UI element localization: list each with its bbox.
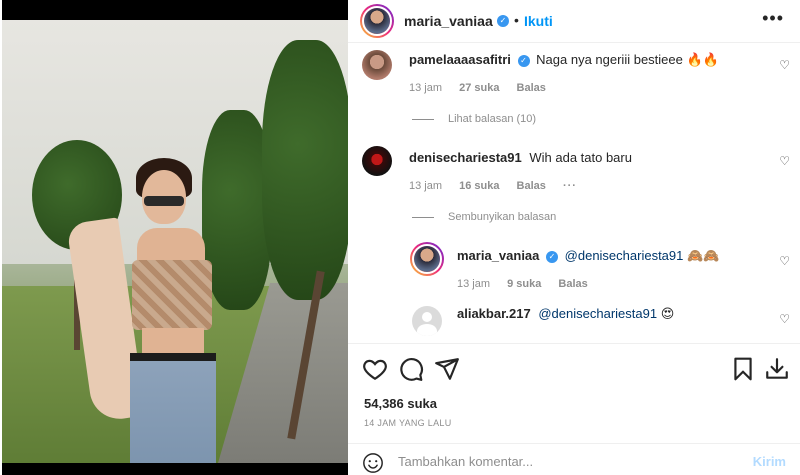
comment-text: Wih ada tato baru (529, 150, 632, 165)
post-actions: 54,386 suka 14 JAM YANG LALU Kirim (348, 343, 800, 475)
photo-belt (130, 353, 216, 361)
comments-list[interactable]: pamelaaaasafitri ✓ Naga nya ngeriii best… (348, 44, 800, 342)
photo-sunglasses (144, 196, 184, 206)
replies-line (412, 216, 434, 218)
likes-count[interactable]: 54,386 suka (364, 396, 437, 411)
commenter-avatar[interactable] (362, 50, 392, 80)
photo-jeans (130, 355, 216, 463)
hide-replies-label: Sembunyikan balasan (448, 211, 557, 223)
emoji-icon[interactable] (362, 452, 384, 474)
replier-username[interactable]: aliakbar.217 (457, 306, 531, 321)
reply-button[interactable]: Balas (517, 82, 546, 94)
share-send-icon[interactable] (434, 356, 460, 382)
photo-tree (262, 40, 348, 300)
view-replies-label: Lihat balasan (10) (448, 113, 537, 125)
replier-avatar-default[interactable] (412, 306, 442, 336)
like-reply-heart-icon[interactable]: ♡ (779, 254, 790, 268)
like-comment-heart-icon[interactable]: ♡ (779, 58, 790, 72)
verified-badge-icon: ✓ (546, 250, 559, 263)
comment-input[interactable] (398, 452, 718, 470)
photo-top (132, 260, 212, 330)
author-avatar[interactable] (360, 4, 394, 38)
post-photo[interactable] (2, 20, 348, 463)
verified-badge-icon: ✓ (517, 54, 530, 67)
replies-line (412, 118, 434, 120)
post-header: maria_vaniaa ✓ • Ikuti ••• (348, 0, 800, 43)
reply-button[interactable]: Balas (558, 278, 587, 290)
reply-button[interactable]: Balas (517, 180, 546, 192)
view-replies-button[interactable]: Lihat balasan (10) (412, 113, 536, 125)
hide-replies-button[interactable]: Sembunyikan balasan (412, 211, 556, 223)
commenter-avatar[interactable] (362, 146, 392, 176)
reply-mention[interactable]: @denisechariesta91 (565, 248, 684, 263)
comment-meta: 13 jam 16 suka Balas ··· (409, 180, 577, 192)
posted-time[interactable]: 14 JAM YANG LALU (364, 418, 452, 428)
comment-likes[interactable]: 27 suka (459, 82, 499, 94)
follow-button[interactable]: Ikuti (524, 13, 553, 29)
comment-options-icon[interactable]: ··· (563, 180, 577, 192)
reply-time: 13 jam (457, 278, 491, 290)
photo-person (66, 150, 232, 463)
verified-badge-icon: ✓ (497, 15, 509, 27)
like-comment-heart-icon[interactable]: ♡ (779, 154, 790, 168)
send-button[interactable]: Kirim (753, 454, 786, 469)
comment-meta: 13 jam 27 suka Balas (409, 82, 546, 94)
dot-separator: • (514, 12, 519, 28)
comment-bubble-icon[interactable] (398, 356, 424, 382)
reply-text: 😍 (657, 306, 675, 321)
reply-mention[interactable]: @denisechariesta91 (538, 306, 657, 321)
more-options-icon[interactable]: ••• (762, 8, 784, 29)
save-bookmark-icon[interactable] (730, 356, 756, 382)
like-reply-heart-icon[interactable]: ♡ (779, 312, 790, 326)
commenter-username[interactable]: pamelaaaasafitri (409, 52, 511, 67)
replier-avatar[interactable] (410, 242, 444, 276)
like-heart-icon[interactable] (362, 356, 388, 382)
add-comment-bar: Kirim (348, 443, 800, 475)
comment-time: 13 jam (409, 180, 443, 192)
reply-meta: 13 jam 9 suka Balas (457, 278, 588, 290)
author-username[interactable]: maria_vaniaa (404, 13, 493, 29)
comment-time: 13 jam (409, 82, 443, 94)
reply-likes[interactable]: 9 suka (507, 278, 541, 290)
post-panel: maria_vaniaa ✓ • Ikuti ••• pamelaaaasafi… (348, 0, 800, 475)
comment-text: Naga nya ngeriii bestieee 🔥🔥 (536, 52, 719, 67)
comment-likes[interactable]: 16 suka (459, 180, 499, 192)
commenter-username[interactable]: denisechariesta91 (409, 150, 522, 165)
reply-text: 🙈🙈 (683, 248, 720, 263)
download-icon[interactable] (764, 356, 790, 382)
replier-username[interactable]: maria_vaniaa (457, 248, 539, 263)
